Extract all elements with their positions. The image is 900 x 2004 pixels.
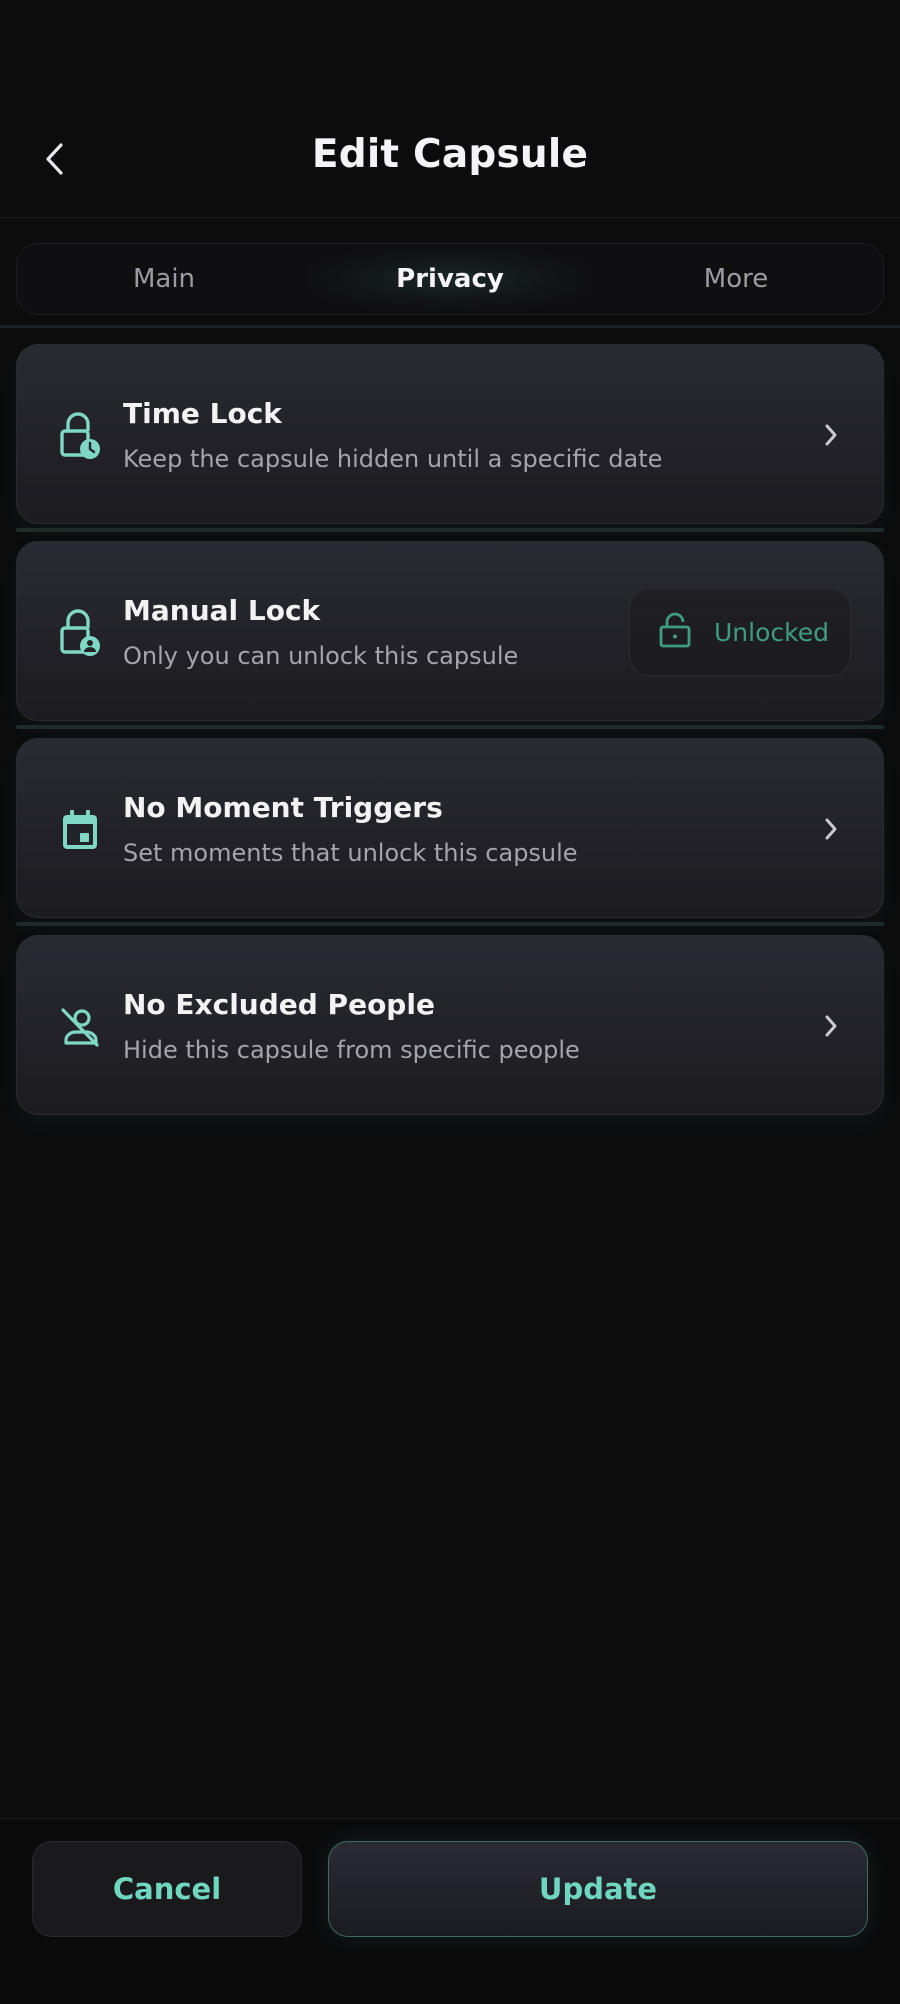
unlock-icon	[658, 612, 692, 652]
lock-person-icon	[53, 606, 107, 660]
option-title: No Excluded People	[123, 988, 435, 1021]
calendar-icon	[53, 803, 107, 857]
option-title: Time Lock	[123, 397, 282, 430]
page-title: Edit Capsule	[311, 132, 589, 177]
card-separator	[16, 922, 884, 926]
update-button[interactable]: Update	[328, 1841, 868, 1937]
edit-capsule-screen: Edit Capsule Main Privacy More Time Lock…	[0, 0, 900, 2004]
card-separator	[16, 528, 884, 532]
card-separator	[16, 725, 884, 729]
header: Edit Capsule	[0, 0, 900, 218]
lock-toggle-button[interactable]: Unlocked	[629, 588, 851, 676]
chevron-right-icon	[815, 1010, 847, 1042]
person-off-icon	[53, 1000, 107, 1054]
chevron-right-icon	[815, 813, 847, 845]
tab-more[interactable]: More	[593, 248, 879, 310]
lock-state-label: Unlocked	[714, 617, 829, 647]
tab-main[interactable]: Main	[21, 248, 307, 310]
excluded-people-option[interactable]: No Excluded People Hide this capsule fro…	[16, 935, 884, 1115]
chevron-right-icon	[815, 419, 847, 451]
option-subtitle: Hide this capsule from specific people	[123, 1036, 580, 1064]
option-subtitle: Keep the capsule hidden until a specific…	[123, 445, 663, 473]
tab-bar: Main Privacy More	[16, 243, 884, 315]
moment-triggers-option[interactable]: No Moment Triggers Set moments that unlo…	[16, 738, 884, 918]
option-subtitle: Only you can unlock this capsule	[123, 642, 519, 670]
lock-clock-icon	[53, 409, 107, 463]
divider	[0, 325, 900, 328]
time-lock-option[interactable]: Time Lock Keep the capsule hidden until …	[16, 344, 884, 524]
bottom-action-bar: Cancel Update	[0, 1818, 900, 2004]
option-title: Manual Lock	[123, 594, 321, 627]
manual-lock-option[interactable]: Manual Lock Only you can unlock this cap…	[16, 541, 884, 721]
option-subtitle: Set moments that unlock this capsule	[123, 839, 578, 867]
tab-privacy[interactable]: Privacy	[307, 248, 593, 310]
option-title: No Moment Triggers	[123, 791, 443, 824]
cancel-button[interactable]: Cancel	[32, 1841, 302, 1937]
